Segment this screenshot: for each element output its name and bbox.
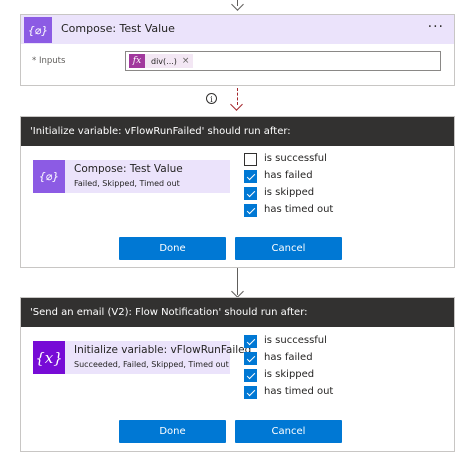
checkbox-label: has timed out — [264, 204, 334, 215]
checkbox-label: has timed out — [264, 386, 334, 397]
panel-1-action-title: Compose: Test Value — [74, 163, 183, 175]
checkbox-label: has failed — [264, 352, 313, 363]
run-after-panel-1: 'Initialize variable: vFlowRunFailed' sh… — [20, 116, 455, 268]
checkbox[interactable] — [244, 204, 257, 217]
checkbox[interactable] — [244, 335, 257, 348]
compose-card-header[interactable]: {⌀} Compose: Test Value ··· — [21, 15, 454, 44]
checkbox-label: is successful — [264, 335, 327, 346]
done-button[interactable]: Done — [119, 237, 226, 260]
checkbox[interactable] — [244, 170, 257, 183]
inputs-label: * Inputs — [32, 56, 66, 66]
checkbox[interactable] — [244, 352, 257, 365]
compose-icon: {⌀} — [33, 160, 65, 193]
panel-2-action: {x} Initialize variable: vFlowRunFailed … — [33, 341, 251, 374]
panel-2-header: 'Send an email (V2): Flow Notification' … — [21, 298, 454, 327]
inputs-field[interactable]: fx div(...) × — [125, 51, 441, 71]
checkbox[interactable] — [244, 386, 257, 399]
compose-action-card[interactable]: {⌀} Compose: Test Value ··· * Inputs fx … — [20, 14, 455, 86]
cancel-button[interactable]: Cancel — [235, 420, 342, 443]
more-options-icon[interactable]: ··· — [428, 19, 444, 35]
token-remove-icon[interactable]: × — [182, 56, 190, 66]
panel-1-action-subtitle: Failed, Skipped, Timed out — [74, 179, 180, 188]
checkbox[interactable] — [244, 153, 257, 166]
expression-token[interactable]: fx div(...) × — [129, 54, 194, 68]
checkbox-label: is successful — [264, 153, 327, 164]
variable-icon: {x} — [33, 341, 65, 374]
run-after-panel-2: 'Send an email (V2): Flow Notification' … — [20, 297, 455, 452]
checkbox-label: is skipped — [264, 187, 315, 198]
checkbox-label: is skipped — [264, 369, 315, 380]
compose-card-title: Compose: Test Value — [61, 22, 175, 35]
token-label: div(...) — [151, 56, 177, 66]
info-icon[interactable]: i — [206, 93, 217, 104]
arrow-down-icon — [231, 0, 244, 11]
panel-2-action-subtitle: Succeeded, Failed, Skipped, Timed out — [74, 360, 229, 369]
checkbox-label: has failed — [264, 170, 313, 181]
arrow-down-icon — [231, 285, 244, 298]
function-icon: fx — [129, 54, 145, 68]
panel-1-header: 'Initialize variable: vFlowRunFailed' sh… — [21, 117, 454, 146]
arrow-down-icon — [230, 98, 243, 111]
checkbox[interactable] — [244, 187, 257, 200]
cancel-button[interactable]: Cancel — [235, 237, 342, 260]
panel-1-action: {⌀} Compose: Test Value Failed, Skipped,… — [33, 160, 230, 193]
checkbox[interactable] — [244, 369, 257, 382]
panel-2-action-title: Initialize variable: vFlowRunFailed — [74, 344, 252, 356]
done-button[interactable]: Done — [119, 420, 226, 443]
compose-icon: {⌀} — [24, 17, 52, 43]
